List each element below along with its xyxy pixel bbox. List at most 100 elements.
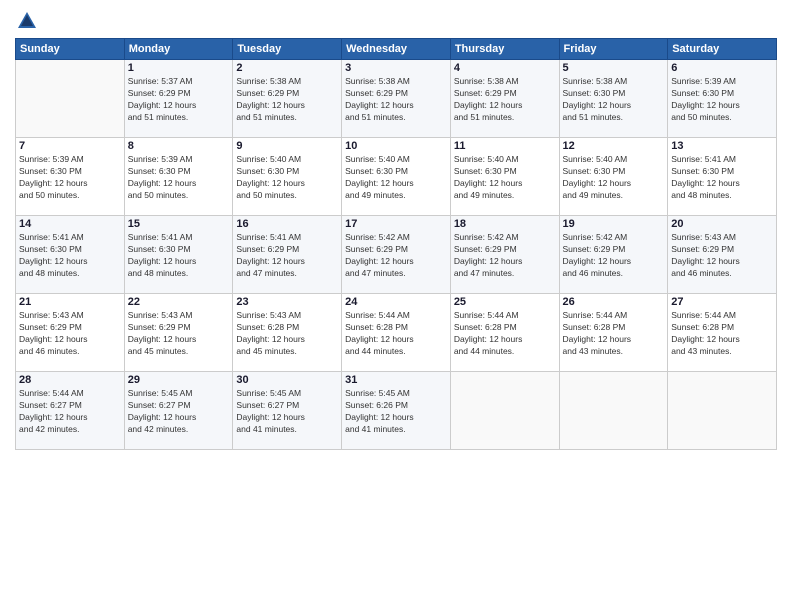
day-cell xyxy=(559,372,668,450)
day-info: Sunrise: 5:38 AM Sunset: 6:29 PM Dayligh… xyxy=(454,76,556,124)
page: SundayMondayTuesdayWednesdayThursdayFrid… xyxy=(0,0,792,612)
day-info: Sunrise: 5:38 AM Sunset: 6:29 PM Dayligh… xyxy=(345,76,447,124)
day-cell: 15 Sunrise: 5:41 AM Sunset: 6:30 PM Dayli… xyxy=(124,216,233,294)
day-info: Sunrise: 5:44 AM Sunset: 6:28 PM Dayligh… xyxy=(671,310,773,358)
day-number: 20 xyxy=(671,218,773,230)
day-cell: 30Sunrise: 5:45 AM Sunset: 6:27 PM Dayli… xyxy=(233,372,342,450)
day-info: Sunrise: 5:40 AM Sunset: 6:30 PM Dayligh… xyxy=(454,154,556,202)
day-info: Sunrise: 5:43 AM Sunset: 6:29 PM Dayligh… xyxy=(128,310,230,358)
day-number: 31 xyxy=(345,374,447,386)
calendar-header-row: SundayMondayTuesdayWednesdayThursdayFrid… xyxy=(16,39,777,60)
day-cell: 6 Sunrise: 5:39 AM Sunset: 6:30 PM Daylig… xyxy=(668,60,777,138)
week-row-5: 28Sunrise: 5:44 AM Sunset: 6:27 PM Dayli… xyxy=(16,372,777,450)
day-cell: 21 Sunrise: 5:43 AM Sunset: 6:29 PM Dayli… xyxy=(16,294,125,372)
day-info: Sunrise: 5:41 AM Sunset: 6:30 PM Dayligh… xyxy=(19,232,121,280)
day-cell: 11 Sunrise: 5:40 AM Sunset: 6:30 PM Dayli… xyxy=(450,138,559,216)
day-cell: 31 Sunrise: 5:45 AM Sunset: 6:26 PM Dayli… xyxy=(342,372,451,450)
day-cell: 9 Sunrise: 5:40 AM Sunset: 6:30 PM Daylig… xyxy=(233,138,342,216)
day-number: 12 xyxy=(563,140,665,152)
day-number: 13 xyxy=(671,140,773,152)
day-info: Sunrise: 5:41 AM Sunset: 6:30 PM Dayligh… xyxy=(671,154,773,202)
day-cell: 5 Sunrise: 5:38 AM Sunset: 6:30 PM Daylig… xyxy=(559,60,668,138)
logo-icon xyxy=(16,10,38,30)
day-number: 16 xyxy=(236,218,338,230)
week-row-3: 14 Sunrise: 5:41 AM Sunset: 6:30 PM Dayli… xyxy=(16,216,777,294)
logo xyxy=(15,10,38,30)
day-cell: 13 Sunrise: 5:41 AM Sunset: 6:30 PM Dayli… xyxy=(668,138,777,216)
day-cell: 28Sunrise: 5:44 AM Sunset: 6:27 PM Dayli… xyxy=(16,372,125,450)
day-cell: 29 Sunrise: 5:45 AM Sunset: 6:27 PM Dayli… xyxy=(124,372,233,450)
day-number: 17 xyxy=(345,218,447,230)
day-number: 29 xyxy=(128,374,230,386)
day-info: Sunrise: 5:39 AM Sunset: 6:30 PM Dayligh… xyxy=(19,154,121,202)
day-number: 2 xyxy=(236,62,338,74)
day-number: 19 xyxy=(563,218,665,230)
day-number: 15 xyxy=(128,218,230,230)
day-cell: 1 Sunrise: 5:37 AM Sunset: 6:29 PM Daylig… xyxy=(124,60,233,138)
day-number: 4 xyxy=(454,62,556,74)
day-number: 21 xyxy=(19,296,121,308)
col-header-thursday: Thursday xyxy=(450,39,559,60)
day-info: Sunrise: 5:41 AM Sunset: 6:30 PM Dayligh… xyxy=(128,232,230,280)
day-number: 6 xyxy=(671,62,773,74)
day-cell: 4 Sunrise: 5:38 AM Sunset: 6:29 PM Daylig… xyxy=(450,60,559,138)
day-info: Sunrise: 5:42 AM Sunset: 6:29 PM Dayligh… xyxy=(345,232,447,280)
day-cell: 8Sunrise: 5:39 AM Sunset: 6:30 PM Daylig… xyxy=(124,138,233,216)
day-cell: 19Sunrise: 5:42 AM Sunset: 6:29 PM Dayli… xyxy=(559,216,668,294)
day-info: Sunrise: 5:42 AM Sunset: 6:29 PM Dayligh… xyxy=(454,232,556,280)
day-number: 3 xyxy=(345,62,447,74)
day-cell: 20 Sunrise: 5:43 AM Sunset: 6:29 PM Dayli… xyxy=(668,216,777,294)
day-cell: 26 Sunrise: 5:44 AM Sunset: 6:28 PM Dayli… xyxy=(559,294,668,372)
day-number: 25 xyxy=(454,296,556,308)
day-info: Sunrise: 5:39 AM Sunset: 6:30 PM Dayligh… xyxy=(128,154,230,202)
day-info: Sunrise: 5:44 AM Sunset: 6:28 PM Dayligh… xyxy=(345,310,447,358)
week-row-1: 1 Sunrise: 5:37 AM Sunset: 6:29 PM Daylig… xyxy=(16,60,777,138)
day-number: 27 xyxy=(671,296,773,308)
col-header-monday: Monday xyxy=(124,39,233,60)
day-info: Sunrise: 5:38 AM Sunset: 6:29 PM Dayligh… xyxy=(236,76,338,124)
col-header-saturday: Saturday xyxy=(668,39,777,60)
day-info: Sunrise: 5:45 AM Sunset: 6:27 PM Dayligh… xyxy=(128,388,230,436)
day-number: 7 xyxy=(19,140,121,152)
day-number: 22 xyxy=(128,296,230,308)
week-row-4: 21 Sunrise: 5:43 AM Sunset: 6:29 PM Dayli… xyxy=(16,294,777,372)
day-info: Sunrise: 5:40 AM Sunset: 6:30 PM Dayligh… xyxy=(345,154,447,202)
day-info: Sunrise: 5:37 AM Sunset: 6:29 PM Dayligh… xyxy=(128,76,230,124)
day-cell: 14 Sunrise: 5:41 AM Sunset: 6:30 PM Dayli… xyxy=(16,216,125,294)
day-cell xyxy=(668,372,777,450)
day-cell: 16 Sunrise: 5:41 AM Sunset: 6:29 PM Dayli… xyxy=(233,216,342,294)
day-cell: 2 Sunrise: 5:38 AM Sunset: 6:29 PM Daylig… xyxy=(233,60,342,138)
day-cell: 12 Sunrise: 5:40 AM Sunset: 6:30 PM Dayli… xyxy=(559,138,668,216)
day-info: Sunrise: 5:44 AM Sunset: 6:28 PM Dayligh… xyxy=(454,310,556,358)
day-cell: 10Sunrise: 5:40 AM Sunset: 6:30 PM Dayli… xyxy=(342,138,451,216)
day-number: 30 xyxy=(236,374,338,386)
day-number: 11 xyxy=(454,140,556,152)
day-number: 26 xyxy=(563,296,665,308)
col-header-wednesday: Wednesday xyxy=(342,39,451,60)
day-info: Sunrise: 5:40 AM Sunset: 6:30 PM Dayligh… xyxy=(563,154,665,202)
day-info: Sunrise: 5:39 AM Sunset: 6:30 PM Dayligh… xyxy=(671,76,773,124)
day-info: Sunrise: 5:44 AM Sunset: 6:28 PM Dayligh… xyxy=(563,310,665,358)
day-number: 23 xyxy=(236,296,338,308)
day-cell: 23 Sunrise: 5:43 AM Sunset: 6:28 PM Dayli… xyxy=(233,294,342,372)
day-number: 18 xyxy=(454,218,556,230)
day-number: 9 xyxy=(236,140,338,152)
day-cell: 22 Sunrise: 5:43 AM Sunset: 6:29 PM Dayli… xyxy=(124,294,233,372)
day-info: Sunrise: 5:43 AM Sunset: 6:29 PM Dayligh… xyxy=(19,310,121,358)
calendar-table: SundayMondayTuesdayWednesdayThursdayFrid… xyxy=(15,38,777,450)
day-info: Sunrise: 5:43 AM Sunset: 6:29 PM Dayligh… xyxy=(671,232,773,280)
day-cell xyxy=(16,60,125,138)
day-info: Sunrise: 5:44 AM Sunset: 6:27 PM Dayligh… xyxy=(19,388,121,436)
day-info: Sunrise: 5:40 AM Sunset: 6:30 PM Dayligh… xyxy=(236,154,338,202)
day-info: Sunrise: 5:43 AM Sunset: 6:28 PM Dayligh… xyxy=(236,310,338,358)
day-info: Sunrise: 5:45 AM Sunset: 6:26 PM Dayligh… xyxy=(345,388,447,436)
day-number: 1 xyxy=(128,62,230,74)
day-number: 14 xyxy=(19,218,121,230)
day-info: Sunrise: 5:38 AM Sunset: 6:30 PM Dayligh… xyxy=(563,76,665,124)
day-cell: 25 Sunrise: 5:44 AM Sunset: 6:28 PM Dayli… xyxy=(450,294,559,372)
day-number: 5 xyxy=(563,62,665,74)
day-info: Sunrise: 5:41 AM Sunset: 6:29 PM Dayligh… xyxy=(236,232,338,280)
week-row-2: 7 Sunrise: 5:39 AM Sunset: 6:30 PM Daylig… xyxy=(16,138,777,216)
day-cell: 18 Sunrise: 5:42 AM Sunset: 6:29 PM Dayli… xyxy=(450,216,559,294)
day-cell xyxy=(450,372,559,450)
